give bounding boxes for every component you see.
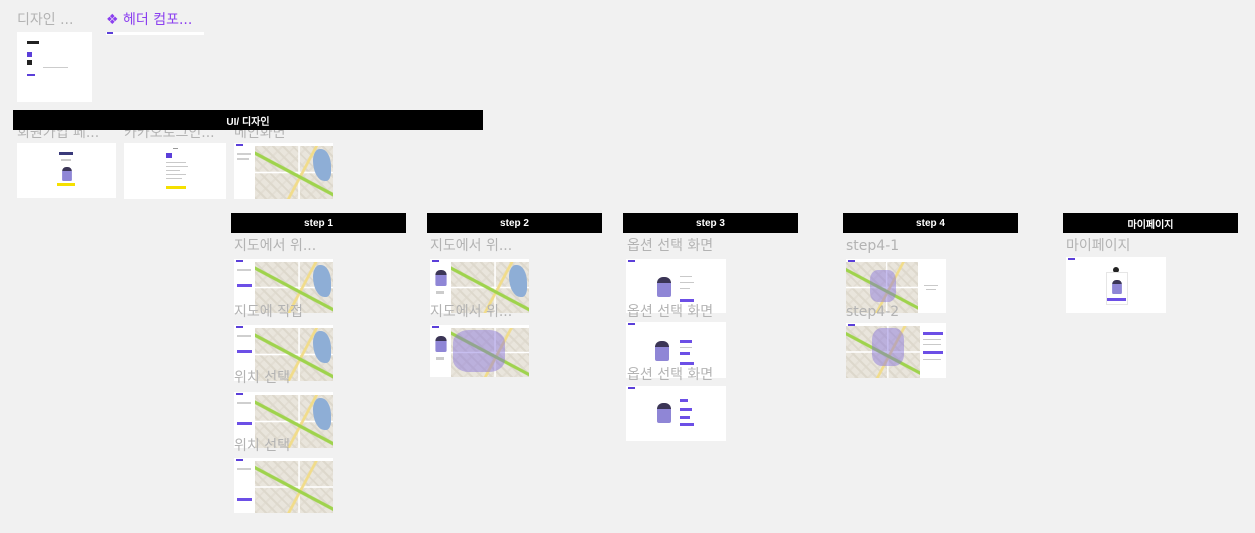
component-label-header[interactable]: ❖ 헤더 컴포... xyxy=(106,12,192,28)
frame-label-step1-b[interactable]: 지도에 직접 xyxy=(234,304,303,320)
frame-label-design[interactable]: 디자인 ... xyxy=(17,12,73,28)
step1-d-thumbnail[interactable] xyxy=(234,458,333,513)
section-banner-ui-design-overlay: UI/ 디자인 xyxy=(13,110,483,130)
frame-label-step1-a[interactable]: 지도에서 위... xyxy=(234,238,316,254)
section-banner-step3: step 3 xyxy=(623,213,798,233)
step4-2-thumbnail[interactable] xyxy=(846,323,946,378)
frame-label-step2-a[interactable]: 지도에서 위... xyxy=(430,238,512,254)
section-banner-step1: step 1 xyxy=(231,213,406,233)
frame-label-step3-b[interactable]: 옵션 선택 화면 xyxy=(627,304,713,320)
section-banner-step4: step 4 xyxy=(843,213,1018,233)
frame-label-step1-d[interactable]: 위치 선택 xyxy=(234,438,290,454)
kakao-login-frame-thumbnail[interactable] xyxy=(124,143,226,199)
frame-label-step2-b[interactable]: 지도에서 위... xyxy=(430,304,512,320)
frame-label-step3-a[interactable]: 옵션 선택 화면 xyxy=(627,238,713,254)
step3-c-thumbnail[interactable] xyxy=(626,386,726,441)
section-banner-mypage: 마이페이지 xyxy=(1063,213,1238,233)
header-component-thumbnail[interactable] xyxy=(106,32,204,35)
frame-label-step4-1[interactable]: step4-1 xyxy=(846,238,899,254)
design-frame-thumbnail[interactable] xyxy=(17,32,92,102)
main-frame-thumbnail[interactable] xyxy=(234,143,333,199)
step2-b-thumbnail[interactable] xyxy=(430,325,529,377)
mypage-thumbnail[interactable] xyxy=(1066,257,1166,313)
frame-label-step4-2[interactable]: step4-2 xyxy=(846,304,899,320)
frame-label-step3-c[interactable]: 옵션 선택 화면 xyxy=(627,367,713,383)
section-banner-step2: step 2 xyxy=(427,213,602,233)
frame-label-mypage[interactable]: 마이페이지 xyxy=(1066,238,1130,254)
frame-label-step1-c[interactable]: 위치 선택 xyxy=(234,370,290,386)
signup-frame-thumbnail[interactable] xyxy=(17,143,116,198)
